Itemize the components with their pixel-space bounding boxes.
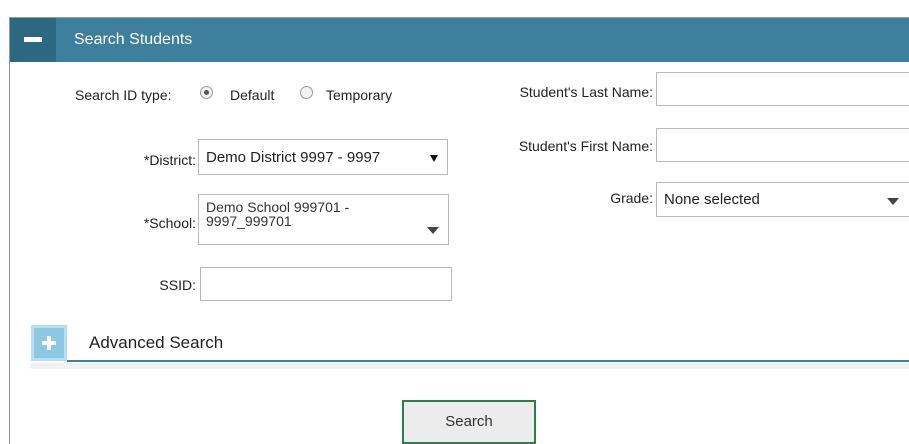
radio-temporary-label[interactable]: Temporary — [326, 87, 392, 103]
divider — [67, 360, 909, 362]
panel-header: Search Students — [10, 18, 909, 62]
panel-title: Search Students — [74, 31, 193, 48]
district-select[interactable]: Demo District 9997 - 9997 — [198, 139, 448, 175]
district-label: *District: — [143, 152, 196, 168]
radio-default-label[interactable]: Default — [230, 87, 274, 103]
grade-label: Grade: — [610, 190, 653, 206]
last-name-input[interactable] — [656, 72, 909, 106]
advanced-search-row: Advanced Search — [31, 325, 909, 362]
school-select[interactable]: Demo School 999701 - 9997_999701 — [198, 194, 449, 245]
school-value-line1: Demo School 999701 - — [206, 199, 350, 215]
caret-down-icon — [430, 155, 438, 162]
expand-advanced-button[interactable] — [31, 325, 67, 361]
grade-select[interactable]: None selected — [656, 182, 909, 217]
plus-icon-vertical — [47, 336, 51, 350]
ssid-label: SSID: — [159, 277, 196, 293]
caret-down-icon — [887, 198, 899, 205]
radio-temporary[interactable] — [300, 86, 313, 99]
advanced-search-title[interactable]: Advanced Search — [89, 333, 223, 353]
school-label: *School: — [143, 215, 196, 231]
first-name-input[interactable] — [656, 128, 909, 162]
search-button[interactable]: Search — [402, 400, 536, 444]
minus-icon — [24, 37, 42, 42]
search-id-type-label: Search ID type: — [75, 87, 172, 103]
advanced-search-footer — [31, 363, 909, 369]
collapse-button[interactable] — [10, 18, 56, 62]
district-value: Demo District 9997 - 9997 — [206, 149, 381, 166]
caret-down-icon — [427, 227, 439, 234]
grade-value: None selected — [664, 191, 760, 208]
ssid-input[interactable] — [200, 267, 452, 301]
search-students-panel: Search Students Search ID type: Default … — [9, 17, 909, 444]
last-name-label: Student's Last Name: — [519, 84, 653, 100]
school-value-line2: 9997_999701 — [206, 213, 292, 229]
first-name-label: Student's First Name: — [518, 138, 653, 154]
radio-default[interactable] — [200, 86, 213, 99]
